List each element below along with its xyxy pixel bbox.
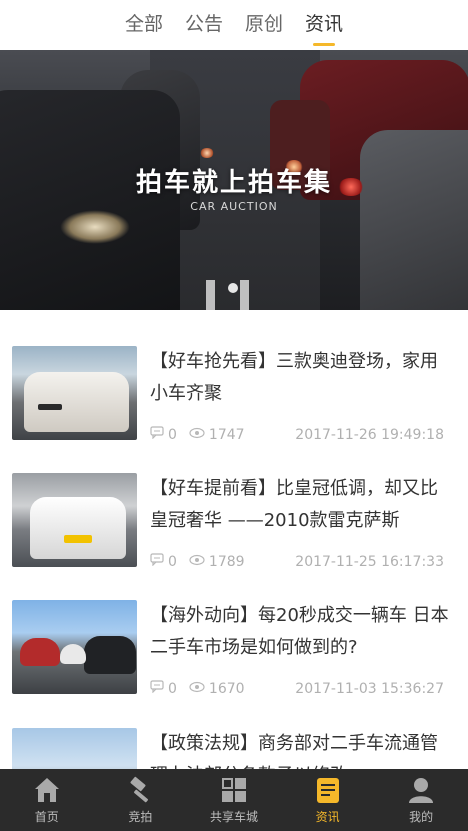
banner-subtitle: CAR AUCTION	[190, 200, 278, 213]
comment-icon	[150, 680, 164, 697]
nav-auction[interactable]: 竞拍	[94, 775, 187, 825]
article-item[interactable]: 【海外动向】每20秒成交一辆车 日本二手车市场是如何做到的? 0 1670 20…	[0, 584, 468, 697]
article-item[interactable]: 【好车提前看】比皇冠低调，却又比皇冠奢华 ——2010款雷克萨斯 0 1789 …	[0, 457, 468, 570]
nav-auction-label: 竞拍	[128, 810, 153, 824]
nav-news[interactable]: 资讯	[281, 775, 374, 825]
article-date: 2017-11-26 19:49:18	[295, 426, 444, 443]
banner-carousel[interactable]: 拍车就上拍车集 CAR AUCTION	[0, 50, 468, 310]
eye-icon	[189, 681, 205, 697]
article-item[interactable]: 【好车抢先看】三款奥迪登场，家用小车齐聚 0 1747 2017-11-26 1…	[0, 330, 468, 443]
nav-mine[interactable]: 我的	[375, 775, 468, 825]
banner-title: 拍车就上拍车集	[135, 168, 332, 198]
tab-all[interactable]: 全部	[125, 9, 163, 42]
road-stripe	[240, 280, 249, 310]
bottom-nav: 首页 竞拍 共享车城 资讯 我的	[0, 769, 468, 831]
article-thumbnail	[12, 473, 137, 567]
tab-announcement[interactable]: 公告	[185, 9, 223, 42]
carousel-dot-indicator[interactable]	[228, 283, 238, 293]
grid-icon	[219, 775, 249, 805]
article-title[interactable]: 【好车提前看】比皇冠低调，却又比皇冠奢华 ——2010款雷克萨斯	[150, 473, 450, 537]
comment-icon	[150, 553, 164, 570]
home-icon	[32, 775, 62, 805]
gavel-icon	[125, 775, 155, 805]
tab-news[interactable]: 资讯	[305, 9, 343, 46]
article-thumbnail	[12, 600, 137, 694]
view-count: 1747	[208, 426, 245, 443]
view-count: 1789	[208, 553, 245, 570]
nav-mine-label: 我的	[409, 810, 434, 824]
comment-count: 0	[168, 553, 177, 570]
eye-icon	[189, 427, 205, 443]
nav-shared-carcity-label: 共享车城	[209, 810, 258, 824]
article-date: 2017-11-25 16:17:33	[295, 553, 444, 570]
nav-home-label: 首页	[34, 810, 59, 824]
nav-home[interactable]: 首页	[0, 775, 93, 825]
banner-car	[360, 130, 468, 310]
view-count: 1670	[208, 680, 245, 697]
article-meta: 0 1789 2017-11-25 16:17:33	[150, 553, 444, 570]
taillight	[200, 148, 214, 158]
article-title[interactable]: 【海外动向】每20秒成交一辆车 日本二手车市场是如何做到的?	[150, 600, 450, 664]
article-title[interactable]: 【好车抢先看】三款奥迪登场，家用小车齐聚	[150, 346, 450, 410]
comment-count: 0	[168, 680, 177, 697]
user-icon	[406, 775, 436, 805]
category-tabs: 全部 公告 原创 资讯	[0, 0, 468, 50]
news-icon	[313, 775, 343, 805]
tab-original[interactable]: 原创	[245, 9, 283, 42]
eye-icon	[189, 554, 205, 570]
article-meta: 0 1670 2017-11-03 15:36:27	[150, 680, 444, 697]
article-date: 2017-11-03 15:36:27	[295, 680, 444, 697]
nav-news-label: 资讯	[315, 810, 340, 824]
road-stripe	[206, 280, 215, 310]
comment-count: 0	[168, 426, 177, 443]
nav-shared-carcity[interactable]: 共享车城	[187, 775, 280, 825]
article-thumbnail	[12, 346, 137, 440]
comment-icon	[150, 426, 164, 443]
article-meta: 0 1747 2017-11-26 19:49:18	[150, 426, 444, 443]
headlight	[60, 210, 130, 244]
